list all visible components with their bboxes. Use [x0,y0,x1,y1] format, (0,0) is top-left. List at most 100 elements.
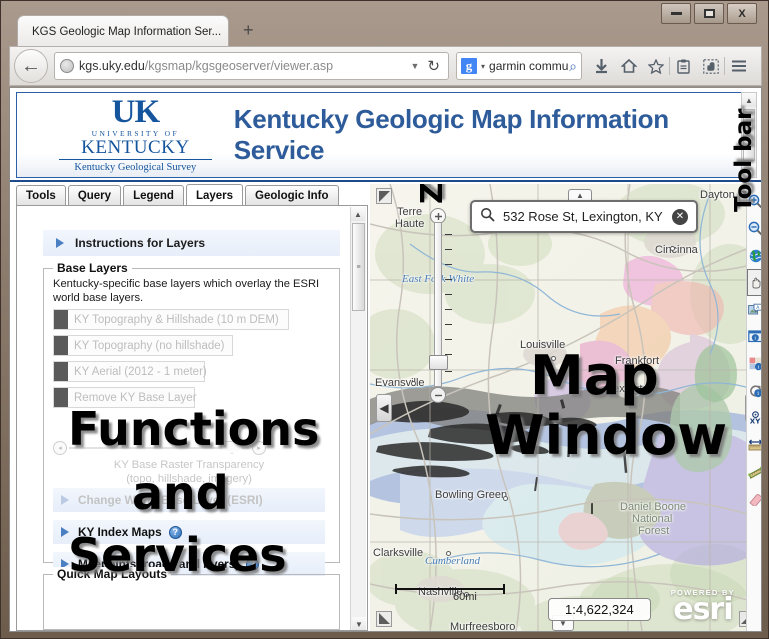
map-scroll-bottom-left-button[interactable] [376,611,392,627]
panel-scroll-thumb[interactable]: ≡ [352,223,365,311]
quick-map-layouts-legend: Quick Map Layouts [53,567,172,581]
home-icon[interactable] [615,52,642,80]
address-bar[interactable]: kgs.uky.edu/kgsmap/kgsgeoserver/viewer.a… [54,52,449,80]
bookmark-star-icon[interactable] [642,52,669,80]
panel-scroll-down-icon[interactable]: ▼ [352,617,366,630]
tab-query[interactable]: Query [67,185,122,206]
menu-hamburger-icon[interactable] [725,52,752,80]
title-bar: X KGS Geologic Map Information Ser... + [1,1,769,47]
uk-logo-monogram: UK [111,94,160,130]
measure-distance-tool[interactable] [747,431,761,458]
scale-bar-line [395,584,505,594]
banner-scroll-thumb[interactable]: ≡ [743,109,755,161]
slider-thumb[interactable] [221,441,243,454]
measure-area-tool[interactable] [747,458,761,485]
evernote-clipper-icon[interactable] [697,52,724,80]
zoom-out-tool[interactable] [747,215,761,242]
remove-ky-base-layer-button[interactable]: Remove KY Base Layer [53,387,197,408]
web-page-content: UK UNIVERSITY OF KENTUCKY Kentucky Geolo… [9,87,762,632]
search-engine-caret-icon[interactable]: ▾ [481,62,485,71]
expand-triangle-icon [61,527,69,537]
zoom-out-button[interactable] [430,387,446,403]
browser-search-box[interactable]: g ▾ garmin commu ⌕ [456,52,582,80]
slider-decrease-icon[interactable]: ◂ [53,441,67,455]
search-icon [480,207,495,226]
tab-strip: KGS Geologic Map Information Ser... + [17,15,755,47]
layer-info-tool[interactable]: i [747,350,761,377]
esri-wordmark: esri [673,592,733,627]
zoom-tick [445,279,452,280]
tab-tools[interactable]: Tools [16,185,66,206]
zoom-tick [445,234,452,235]
layers-panel-scrollbar[interactable]: ▲ ≡ ▼ [350,207,366,630]
reload-icon[interactable]: ↻ [427,57,440,75]
collapse-left-panel-button[interactable]: ◀ [376,394,392,422]
download-icon[interactable] [588,52,615,80]
identify-info-tool[interactable]: i [747,323,761,350]
map-label: Clarksville [373,547,424,559]
search-magnifier-icon[interactable]: ⌕ [569,58,577,75]
ky-topo-hillshade-button[interactable]: KY Topography & Hillshade (10 m DEM) [53,309,289,330]
help-icon[interactable]: ? [168,525,182,539]
xy-coordinate-tool[interactable]: XY [747,404,761,431]
ky-topo-no-hillshade-button[interactable]: KY Topography (no hillshade) [53,335,233,356]
quick-map-layouts-group: Quick Map Layouts [43,567,340,630]
map-scale-value[interactable]: 1:4,622,324 [548,598,651,621]
transparency-slider-label: KY Base Raster Transparency (topo, hills… [53,458,325,486]
map-search-box[interactable]: 532 Rose St, Lexington, KY ✕ [470,200,698,233]
new-tab-button[interactable]: + [243,21,254,39]
full-extent-globe-tool[interactable] [747,242,761,269]
browser-tab-kgs[interactable]: KGS Geologic Map Information Ser... [17,15,229,47]
button-cap [54,336,68,355]
remove-ky-base-layer-label: Remove KY Base Layer [74,391,197,404]
nav-icon-group [588,52,752,80]
change-world-base-layer-row[interactable]: Change World Base Layer (ESRI) [53,488,325,512]
banner-scroll-down-icon[interactable]: ▼ [742,163,756,177]
url-host: kgs.uky.edu [79,59,145,73]
label-identify-tool[interactable]: A [747,296,761,323]
tab-legend[interactable]: Legend [123,185,184,206]
map-window[interactable]: Dayton Cincinna Terre Haute Evansville Louisv… [370,184,761,631]
zoom-tick [445,264,452,265]
rotate-info-tool[interactable]: i [747,377,761,404]
button-cap [54,388,68,407]
browser-search-input[interactable]: garmin commu [489,59,569,73]
map-scroll-top-left-button[interactable] [376,188,392,204]
uk-logo[interactable]: UK UNIVERSITY OF KENTUCKY Kentucky Geolo… [59,94,212,173]
tab-layers[interactable]: Layers [185,184,244,206]
tab-geologic-info[interactable]: Geologic Info [245,185,339,206]
back-button[interactable]: ← [14,49,48,83]
map-search-input[interactable]: 532 Rose St, Lexington, KY [503,209,672,224]
city-dot [446,551,451,556]
svg-text:i: i [757,391,759,397]
zoom-slider-thumb[interactable] [429,355,448,370]
banner-scrollbar[interactable]: ▲ ≡ ▼ [741,92,757,178]
back-arrow-icon: ← [21,55,41,77]
panel-scroll-up-icon[interactable]: ▲ [351,207,365,221]
slider-increase-icon[interactable]: ▸ [252,441,266,455]
zoom-tick [445,309,452,310]
erase-tool[interactable] [747,485,761,512]
base-layers-group: Base Layers Kentucky-specific base layer… [43,261,340,576]
button-cap [54,310,68,329]
city-dot [503,496,508,501]
clear-search-icon[interactable]: ✕ [672,208,688,225]
instructions-for-layers-row[interactable]: Instructions for Layers [43,230,340,256]
transparency-slider[interactable]: ◂ ▸ [53,440,266,456]
zoom-slider[interactable] [425,208,453,403]
reading-list-icon[interactable] [670,52,697,80]
map-label: Lexington [607,383,655,395]
ky-topo-no-hillshade-label: KY Topography (no hillshade) [74,339,225,352]
svg-text:XY: XY [750,417,761,424]
ky-index-maps-row[interactable]: KY Index Maps ? [53,520,325,544]
help-icon[interactable]: ? [246,557,260,571]
pan-hand-tool[interactable] [747,269,761,296]
uk-logo-survey: Kentucky Geological Survey [74,162,197,173]
zoom-in-tool[interactable] [747,188,761,215]
address-dropdown-icon[interactable]: ▼ [411,61,420,71]
page-title: Kentucky Geologic Map Information Servic… [233,104,669,165]
ky-aerial-button[interactable]: KY Aerial (2012 - 1 meter) [53,361,207,382]
banner-scroll-up-icon[interactable]: ▲ [742,93,756,107]
google-icon: g [461,58,477,74]
map-scale-bar: 60mi [395,584,505,603]
